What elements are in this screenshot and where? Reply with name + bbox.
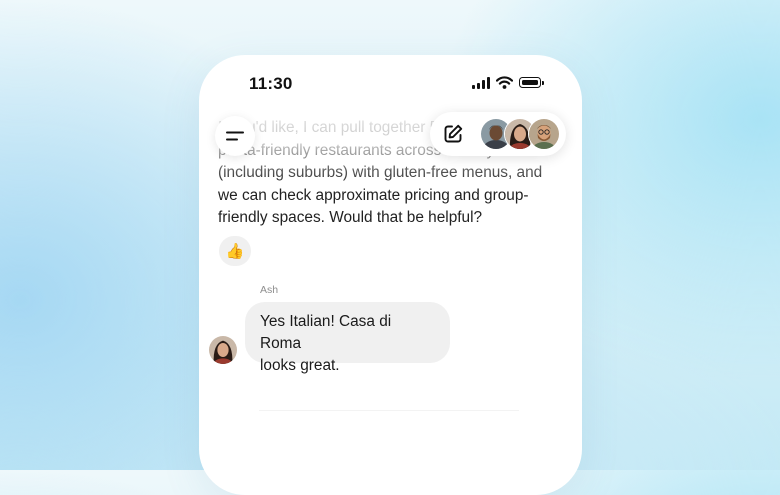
avatar[interactable] [209, 336, 237, 364]
divider [259, 410, 519, 411]
user-message-line: Yes Italian! Casa di Roma [260, 313, 392, 352]
battery-icon [519, 77, 544, 88]
compose-icon [444, 124, 463, 143]
header-actions [430, 112, 566, 156]
status-time: 11:30 [249, 74, 293, 93]
avatar-man-glasses-beard-icon [529, 119, 559, 149]
user-message-bubble: Yes Italian! Casa di Roma looks great. [245, 302, 450, 374]
user-message-line: looks great. [260, 357, 340, 374]
menu-icon [226, 131, 244, 141]
assistant-line: (including suburbs) with gluten-free men… [218, 164, 543, 181]
compose-button[interactable] [442, 123, 464, 145]
sender-name: Ash [260, 284, 279, 296]
avatar [528, 118, 560, 150]
assistant-line: we can check approximate pricing and gro… [218, 186, 529, 204]
menu-button[interactable] [215, 116, 255, 156]
phone-frame: 11:30 If you'd like, I can pull together… [199, 55, 582, 495]
thumbs-up-reaction[interactable]: 👍 [219, 236, 251, 266]
assistant-line: friendly spaces. Would that be helpful? [218, 209, 483, 226]
wifi-icon [496, 76, 513, 89]
signal-icon [472, 76, 490, 89]
avatar-woman-long-hair-icon [209, 336, 237, 364]
status-icons [472, 76, 544, 89]
